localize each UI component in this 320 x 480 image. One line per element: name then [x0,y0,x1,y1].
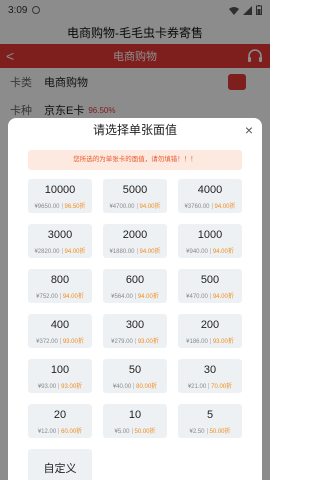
card-price: ¥40.00 80.00折 [103,381,167,390]
card-discount: 94.00折 [212,294,234,300]
card-face-value: 800 [50,274,70,286]
card-discount: 94.00折 [137,294,159,300]
card-face-value: 4000 [197,184,223,196]
card-cost: ¥21.00 [187,384,207,390]
card-face-value: 500 [200,274,220,286]
denomination-card[interactable]: 100 ¥93.00 93.00折 [28,359,92,393]
card-discount: 60.00折 [61,429,83,435]
card-discount: 94.00折 [212,249,234,255]
custom-label: 自定义 [43,463,77,475]
card-price: ¥2.50 50.00折 [178,426,242,435]
card-price: ¥564.00 94.00折 [103,291,167,300]
card-discount: 50.00折 [134,429,156,435]
denomination-card[interactable]: 5000 ¥4700.00 94.00折 [103,179,167,213]
denomination-card[interactable]: 3000 ¥2820.00 94.00折 [28,224,92,258]
card-price: ¥2820.00 94.00折 [28,246,92,255]
denomination-card[interactable]: 200 ¥186.00 93.00折 [178,314,242,348]
denomination-card[interactable]: 10000 ¥9650.00 96.50折 [28,179,92,213]
card-price: ¥279.00 93.00折 [103,336,167,345]
card-cost: ¥279.00 [111,339,133,345]
card-cost: ¥3760.00 [184,204,210,210]
denomination-card[interactable]: 20 ¥12.00 60.00折 [28,404,92,438]
card-price: ¥1880.00 94.00折 [103,246,167,255]
card-discount: 93.00折 [137,339,159,345]
card-price: ¥752.00 94.00折 [28,291,92,300]
card-face-value: 30 [203,364,217,376]
card-face-value: 5000 [122,184,148,196]
card-cost: ¥12.00 [37,429,57,435]
card-face-value: 100 [50,364,70,376]
card-discount: 93.00折 [212,339,234,345]
denomination-card[interactable]: 4000 ¥3760.00 94.00折 [178,179,242,213]
card-cost: ¥4700.00 [109,204,135,210]
denomination-card[interactable]: 10 ¥5.00 50.00折 [103,404,167,438]
denomination-card[interactable]: 800 ¥752.00 94.00折 [28,269,92,303]
card-face-value: 10 [128,409,142,421]
card-discount: 80.00折 [136,384,158,390]
card-discount: 93.00折 [62,339,84,345]
card-price: ¥12.00 60.00折 [28,426,92,435]
card-discount: 70.00折 [211,384,233,390]
card-cost: ¥93.00 [37,384,57,390]
denomination-card[interactable]: 30 ¥21.00 70.00折 [178,359,242,393]
denomination-card[interactable]: 500 ¥470.00 94.00折 [178,269,242,303]
card-cost: ¥5.00 [114,429,130,435]
card-face-value: 3000 [47,229,73,241]
card-price: ¥5.00 50.00折 [103,426,167,435]
card-cost: ¥940.00 [186,249,208,255]
card-face-value: 300 [125,319,145,331]
card-cost: ¥752.00 [36,294,58,300]
denomination-card[interactable]: 50 ¥40.00 80.00折 [103,359,167,393]
card-price: ¥372.00 93.00折 [28,336,92,345]
card-cost: ¥2.50 [189,429,205,435]
custom-denomination-card[interactable]: 自定义 [28,449,92,480]
denomination-card[interactable]: 5 ¥2.50 50.00折 [178,404,242,438]
card-discount: 50.00折 [209,429,231,435]
denomination-card[interactable]: 300 ¥279.00 93.00折 [103,314,167,348]
denomination-sheet: 请选择单张面值 × 您所选的为单张卡的面值，请勿填错！！！ 10000 ¥965… [8,118,262,480]
card-price: ¥186.00 93.00折 [178,336,242,345]
card-price: ¥940.00 94.00折 [178,246,242,255]
card-price: ¥93.00 93.00折 [28,381,92,390]
notice-banner: 您所选的为单张卡的面值，请勿填错！！！ [28,150,242,170]
denomination-card[interactable]: 1000 ¥940.00 94.00折 [178,224,242,258]
card-discount: 93.00折 [61,384,83,390]
card-face-value: 400 [50,319,70,331]
card-face-value: 1000 [197,229,223,241]
card-price: ¥4700.00 94.00折 [103,201,167,210]
card-cost: ¥1880.00 [109,249,135,255]
card-discount: 94.00折 [62,294,84,300]
card-discount: 96.50折 [64,204,86,210]
card-price: ¥21.00 70.00折 [178,381,242,390]
card-discount: 94.00折 [139,249,161,255]
card-discount: 94.00折 [139,204,161,210]
card-face-value: 50 [128,364,142,376]
card-cost: ¥9650.00 [34,204,60,210]
card-face-value: 600 [125,274,145,286]
card-discount: 94.00折 [214,204,236,210]
card-price: ¥9650.00 96.50折 [28,201,92,210]
sheet-title: 请选择单张面值 [92,123,177,137]
card-cost: ¥564.00 [111,294,133,300]
card-cost: ¥40.00 [112,384,132,390]
denomination-card[interactable]: 400 ¥372.00 93.00折 [28,314,92,348]
card-face-value: 10000 [44,184,76,196]
card-price: ¥470.00 94.00折 [178,291,242,300]
denomination-card[interactable]: 600 ¥564.00 94.00折 [103,269,167,303]
card-face-value: 20 [53,409,67,421]
card-cost: ¥372.00 [36,339,58,345]
card-price: ¥3760.00 94.00折 [178,201,242,210]
close-button[interactable]: × [240,121,258,139]
card-cost: ¥2820.00 [34,249,60,255]
card-face-value: 2000 [122,229,148,241]
card-cost: ¥470.00 [186,294,208,300]
card-face-value: 200 [200,319,220,331]
card-face-value: 5 [206,409,214,421]
card-discount: 94.00折 [64,249,86,255]
denomination-card[interactable]: 2000 ¥1880.00 94.00折 [103,224,167,258]
card-cost: ¥186.00 [186,339,208,345]
